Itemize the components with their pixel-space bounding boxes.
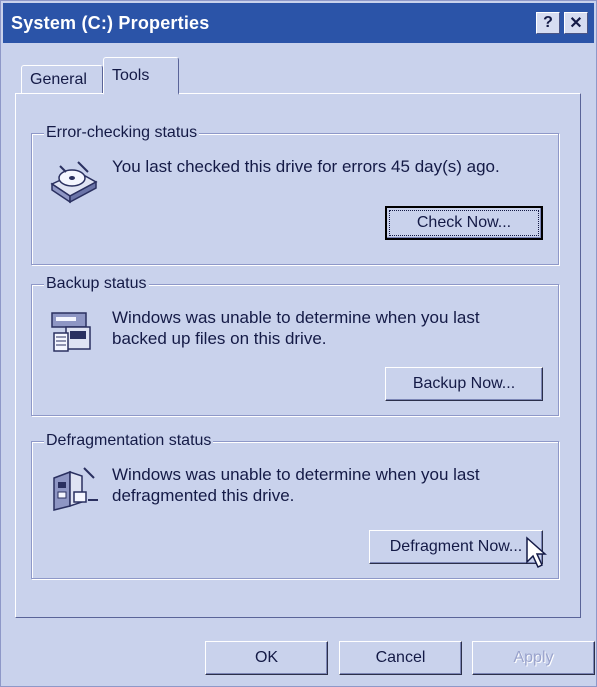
error-checking-message: You last checked this drive for errors 4… bbox=[112, 157, 500, 176]
tab-general-label: General bbox=[30, 70, 87, 88]
disk-check-icon bbox=[50, 161, 98, 204]
properties-dialog: System (C:) Properties ? ✕ General Tools… bbox=[0, 0, 597, 687]
help-button[interactable]: ? bbox=[536, 12, 560, 34]
defrag-legend: Defragmentation status bbox=[44, 431, 214, 451]
error-checking-group: Error-checking status You last checked t… bbox=[31, 123, 559, 265]
tab-tools-label: Tools bbox=[112, 66, 150, 84]
mouse-pointer-icon bbox=[526, 536, 547, 569]
backup-legend: Backup status bbox=[44, 274, 149, 294]
backup-now-button[interactable]: Backup Now... bbox=[385, 367, 543, 401]
window-title: System (C:) Properties bbox=[11, 12, 210, 33]
close-button[interactable]: ✕ bbox=[564, 12, 588, 34]
tab-tools[interactable]: Tools bbox=[103, 57, 179, 95]
backup-group: Backup status Windows was unable to dete… bbox=[31, 274, 559, 416]
apply-button[interactable]: Apply bbox=[472, 641, 595, 675]
backup-icon bbox=[51, 312, 91, 352]
backup-message: Windows was unable to determine when you… bbox=[112, 308, 480, 348]
defragment-now-button[interactable]: Defragment Now... bbox=[369, 530, 543, 564]
error-checking-legend: Error-checking status bbox=[44, 123, 200, 143]
cancel-button[interactable]: Cancel bbox=[339, 641, 462, 675]
ok-button[interactable]: OK bbox=[205, 641, 328, 675]
check-now-button[interactable]: Check Now... bbox=[385, 206, 543, 240]
defrag-group: Defragmentation status Windows was unabl… bbox=[31, 431, 559, 579]
tab-general[interactable]: General bbox=[21, 65, 103, 93]
defrag-message: Windows was unable to determine when you… bbox=[112, 465, 480, 505]
title-bar[interactable]: System (C:) Properties ? ✕ bbox=[3, 3, 594, 43]
defrag-icon bbox=[53, 467, 98, 511]
